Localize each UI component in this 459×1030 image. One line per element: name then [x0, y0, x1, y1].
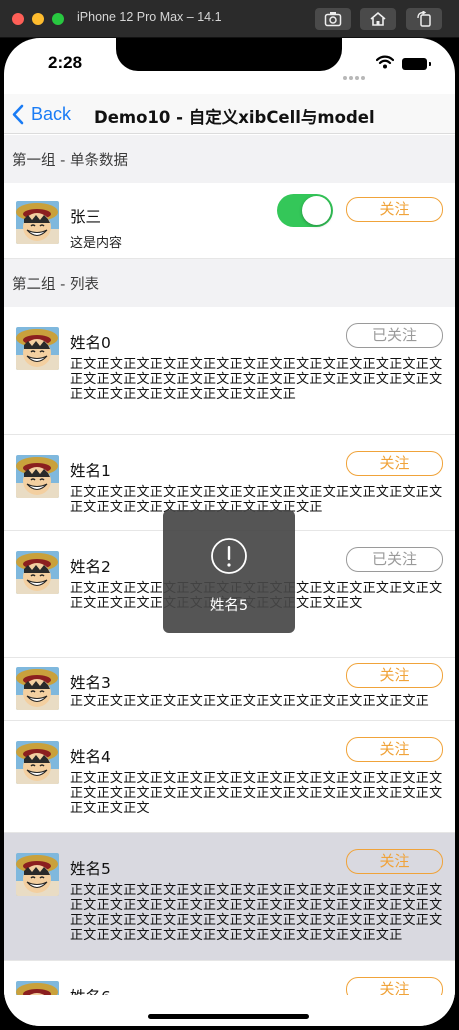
section-header-1: 第一组 - 单条数据 — [4, 135, 455, 183]
camera-icon — [324, 12, 342, 27]
cell-body-text: 正文正文正文正文正文正文正文正文正文正文正文正文正文正文正文正文正文正文正文正文… — [70, 357, 443, 402]
wifi-icon — [376, 55, 394, 69]
zoom-window-button[interactable] — [52, 13, 64, 25]
avatar — [16, 741, 59, 784]
cell-body-text: 正文正文正文正文正文正文正文正文正文正文正文正文正文正 — [70, 694, 430, 709]
toast-text: 姓名5 — [209, 598, 249, 614]
avatar — [16, 853, 59, 896]
cell-subtitle: 这是内容 — [70, 236, 123, 251]
cell-name: 姓名3 — [70, 674, 111, 692]
cell-name: 姓名0 — [70, 334, 111, 352]
cell-body-text: 正文正文正文正文正文正文正文正文正文正文正文正文正文正文正文正文正文正文正文正文… — [70, 771, 443, 816]
avatar-image — [16, 201, 59, 244]
follow-button[interactable]: 关注 — [346, 737, 443, 762]
avatar — [16, 981, 59, 995]
cell-name: 姓名1 — [70, 462, 111, 480]
section-header-2: 第二组 - 列表 — [4, 259, 455, 307]
chevron-left-icon — [12, 104, 24, 124]
cell-name: 张三 — [70, 208, 102, 226]
toggle-switch[interactable] — [277, 194, 333, 227]
avatar-image — [16, 455, 59, 498]
avatar — [16, 327, 59, 370]
battery-tip — [429, 62, 431, 66]
avatar-image — [16, 551, 59, 594]
home-icon — [370, 11, 386, 26]
toast: 姓名5 — [163, 510, 295, 633]
list-cell[interactable]: 姓名5 关注正文正文正文正文正文正文正文正文正文正文正文正文正文正文正文正文正文正… — [4, 833, 455, 961]
home-indicator[interactable] — [148, 1014, 309, 1019]
single-data-cell[interactable]: 张三 这是内容 关注 — [4, 183, 455, 259]
simulator-title-bar: iPhone 12 Pro Max – 14.1 — [0, 0, 459, 38]
avatar — [16, 455, 59, 498]
avatar-image — [16, 327, 59, 370]
switch-knob — [302, 196, 331, 225]
follow-button[interactable]: 已关注 — [346, 323, 443, 348]
screenshot-button[interactable] — [315, 8, 351, 30]
page-title: Demo10 - 自定义xibCell与model — [94, 108, 375, 127]
follow-button[interactable]: 关注 — [346, 451, 443, 476]
follow-button[interactable]: 关注 — [346, 977, 443, 995]
avatar — [16, 551, 59, 594]
cell-name: 姓名6 — [70, 985, 111, 995]
cell-name: 姓名4 — [70, 748, 111, 766]
follow-button[interactable]: 关注 — [346, 663, 443, 688]
avatar-image — [16, 741, 59, 784]
avatar-image — [16, 853, 59, 896]
signal-icon — [343, 65, 367, 84]
follow-button[interactable]: 关注 — [346, 849, 443, 874]
device-screen: 2:28 Back Demo10 - 自定义xibCell与model 第一组 … — [4, 38, 455, 1026]
cell-name: 姓名2 — [70, 558, 111, 576]
notch — [116, 38, 342, 71]
list-cell[interactable]: 姓名4 关注正文正文正文正文正文正文正文正文正文正文正文正文正文正文正文正文正文正… — [4, 721, 455, 833]
status-time: 2:28 — [48, 53, 83, 72]
avatar — [16, 667, 59, 710]
simulator-title: iPhone 12 Pro Max – 14.1 — [77, 10, 222, 24]
back-label: Back — [31, 103, 72, 124]
home-indicator-area — [4, 995, 455, 1026]
minimize-window-button[interactable] — [32, 13, 44, 25]
exclamation-icon — [211, 538, 247, 574]
battery-icon — [402, 58, 427, 70]
home-button[interactable] — [360, 8, 396, 30]
rotate-button[interactable] — [406, 8, 442, 30]
rotate-icon — [417, 11, 431, 27]
cell-body-text: 正文正文正文正文正文正文正文正文正文正文正文正文正文正文正文正文正文正文正文正文… — [70, 883, 443, 943]
back-button[interactable]: Back — [12, 100, 71, 128]
close-window-button[interactable] — [12, 13, 24, 25]
avatar-image — [16, 981, 59, 995]
follow-button[interactable]: 已关注 — [346, 547, 443, 572]
list-cell[interactable]: 姓名0 已关注正文正文正文正文正文正文正文正文正文正文正文正文正文正文正文正文正文… — [4, 307, 455, 435]
status-bar: 2:28 — [4, 38, 455, 94]
list-cell[interactable]: 姓名6 关注 — [4, 961, 455, 995]
navigation-bar: Back Demo10 - 自定义xibCell与model — [4, 94, 455, 134]
avatar — [16, 201, 59, 244]
follow-button[interactable]: 关注 — [346, 197, 443, 222]
list-cell[interactable]: 姓名3 关注正文正文正文正文正文正文正文正文正文正文正文正文正文正 — [4, 658, 455, 721]
avatar-image — [16, 667, 59, 710]
cell-name: 姓名5 — [70, 860, 111, 878]
device-frame: 2:28 Back Demo10 - 自定义xibCell与model 第一组 … — [0, 38, 459, 1030]
